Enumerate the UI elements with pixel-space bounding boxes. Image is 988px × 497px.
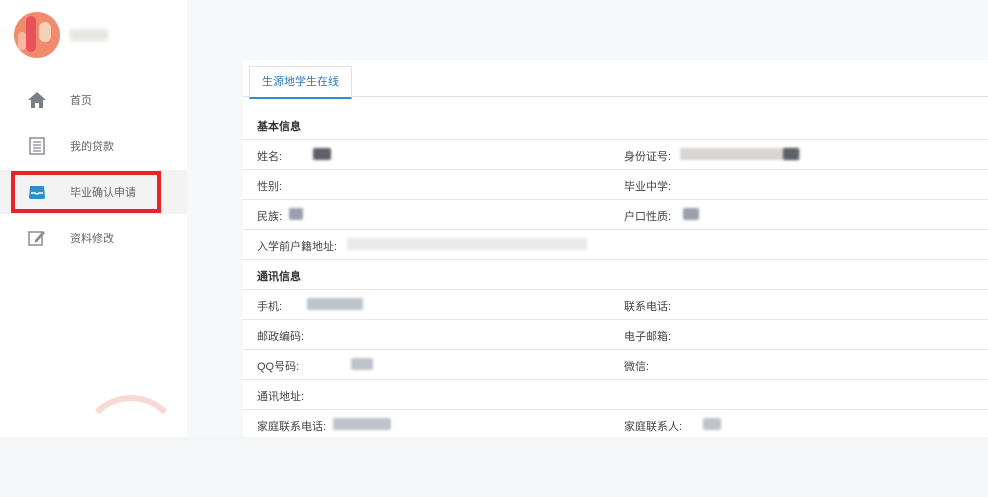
qq-value-redacted [351,358,373,370]
gender-label: 性别: [257,181,283,193]
family-contact-label: 家庭联系人: [624,421,683,433]
sidebar-item-my-loans[interactable]: 我的贷款 [0,124,187,168]
sidebar: 首页 我的贷款 毕业确认申请 资料修改 [0,0,187,437]
section-header-contact: 通讯信息 [243,260,988,290]
hukou-label: 户口性质: [624,211,672,223]
id-number-label: 身份证号: [624,151,672,163]
id-number-value-redacted [680,148,800,160]
highlight-annotation [11,171,161,213]
main-content: 生源地学生在线 基本信息 姓名: 身份证号: 性别: 毕业中学: 民族: 户口性… [187,0,988,437]
tab-student-online[interactable]: 生源地学生在线 [249,66,352,99]
section-header-basic: 基本信息 [243,110,988,140]
name-label: 姓名: [257,151,283,163]
mail-address-label: 通讯地址: [257,391,305,403]
home-icon [28,92,46,108]
avatar[interactable] [14,12,60,58]
ethnicity-label: 民族: [257,211,283,223]
section-title: 基本信息 [257,121,301,133]
mobile-label: 手机: [257,301,283,313]
hukou-value-redacted [683,208,699,220]
tab-bar: 生源地学生在线 [243,60,988,99]
section-title: 通讯信息 [257,271,301,283]
wechat-label: 微信: [624,361,650,373]
edit-icon [28,231,45,246]
address-value-redacted [347,238,587,250]
info-panel: 生源地学生在线 基本信息 姓名: 身份证号: 性别: 毕业中学: 民族: 户口性… [243,60,988,437]
mobile-value-redacted [307,298,363,310]
table-row: 入学前户籍地址: [243,230,988,260]
sidebar-item-label: 首页 [70,95,92,107]
sidebar-item-label: 我的贷款 [70,141,114,153]
table-row: 家庭联系电话: 家庭联系人: [243,410,988,439]
table-row: 邮政编码: 电子邮箱: [243,320,988,350]
list-icon [29,137,45,155]
address-label: 入学前户籍地址: [257,241,338,253]
family-phone-label: 家庭联系电话: [257,421,327,433]
postcode-label: 邮政编码: [257,331,305,343]
table-row: 民族: 户口性质: [243,200,988,230]
ethnicity-value-redacted [289,208,303,220]
sidebar-item-label: 资料修改 [70,233,114,245]
table-row: 姓名: 身份证号: [243,140,988,170]
qq-label: QQ号码: [257,361,300,373]
sidebar-item-edit-profile[interactable]: 资料修改 [0,216,187,260]
table-row: 手机: 联系电话: [243,290,988,320]
username-redacted [70,29,108,41]
phone-label: 联系电话: [624,301,672,313]
decorative-arc [80,395,182,497]
table-row: 性别: 毕业中学: [243,170,988,200]
name-value-redacted [313,148,331,160]
email-label: 电子邮箱: [624,331,672,343]
table-row: QQ号码: 微信: [243,350,988,380]
family-contact-value-redacted [703,418,721,430]
sidebar-item-home[interactable]: 首页 [0,78,187,122]
id-number-value-redacted [783,148,799,160]
family-phone-value-redacted [333,418,391,430]
table-row: 通讯地址: [243,380,988,410]
school-label: 毕业中学: [624,181,672,193]
